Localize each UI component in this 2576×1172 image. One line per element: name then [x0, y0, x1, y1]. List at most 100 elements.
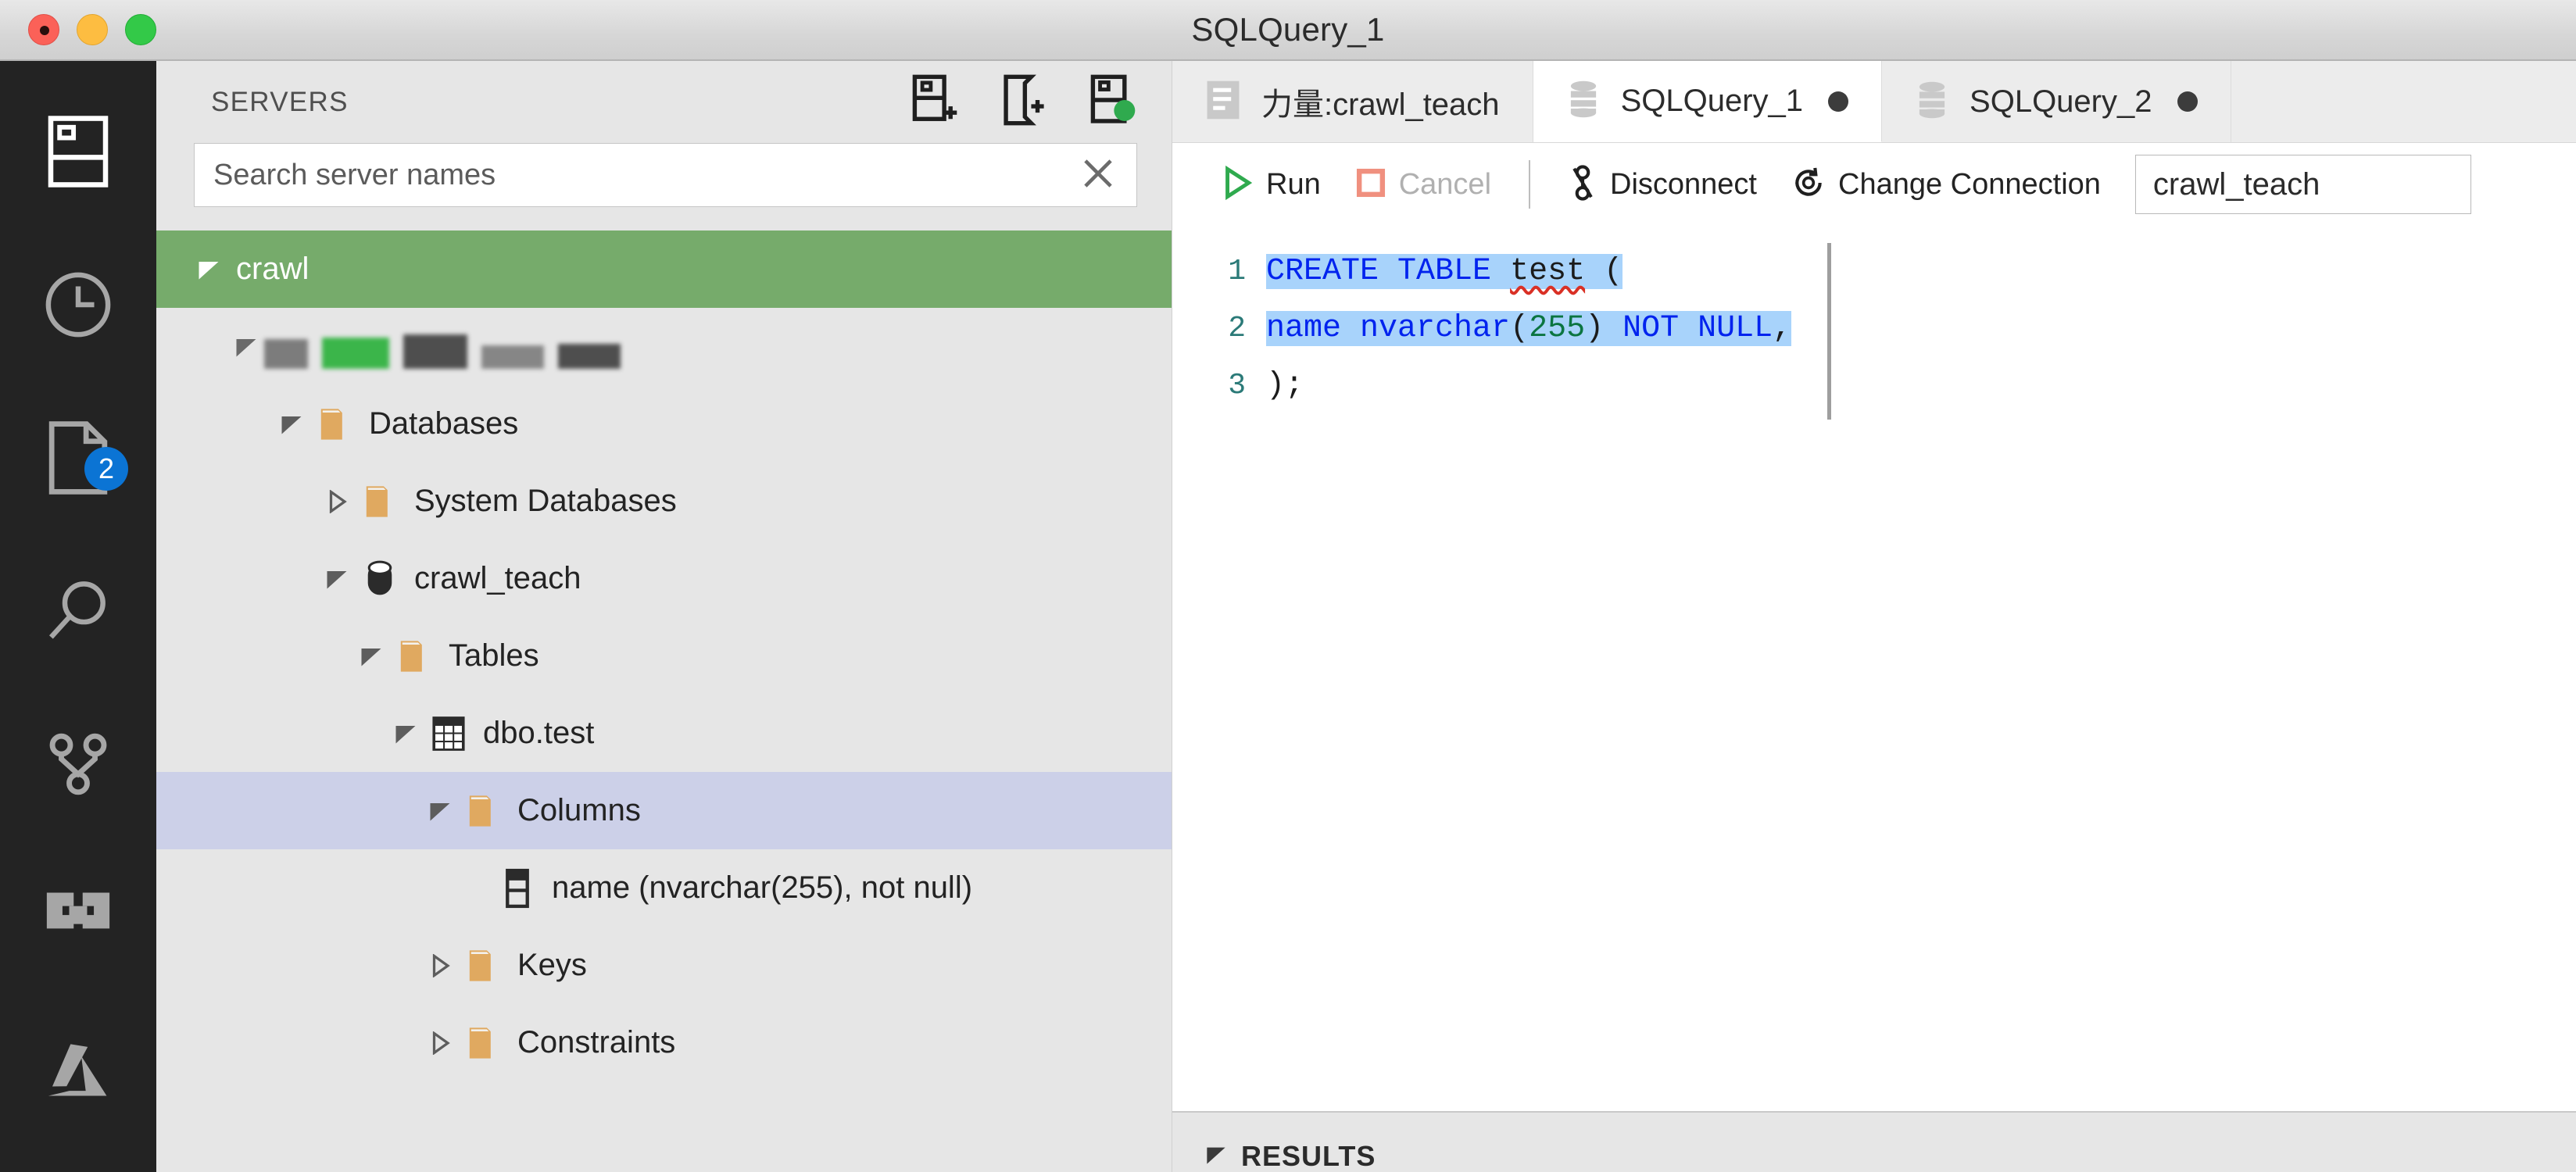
table-icon	[424, 713, 474, 755]
chevron-down-icon[interactable]	[1205, 1144, 1227, 1170]
new-server-group-icon[interactable]	[1000, 74, 1048, 130]
disconnect-label: Disconnect	[1610, 167, 1757, 201]
tab-sqlquery-2[interactable]: SQLQuery_2	[1882, 61, 2231, 142]
chevron-right-icon[interactable]	[422, 1031, 458, 1055]
server-connected-icon[interactable]	[1089, 74, 1137, 130]
extensions-icon	[45, 890, 112, 945]
activity-item-source-control[interactable]	[0, 688, 156, 841]
chevron-down-icon[interactable]	[422, 799, 458, 823]
tree-item-label: name (nvarchar(255), not null)	[552, 870, 973, 905]
chevron-down-icon[interactable]	[388, 722, 424, 745]
sidebar-header: SERVERS	[156, 61, 1172, 143]
sql-editor[interactable]: 1 CREATE TABLE test ( 2 name nvarchar(25…	[1172, 226, 2576, 1077]
change-connection-button[interactable]: Change Connection	[1774, 155, 2118, 214]
sql-keyword: NOT NULL	[1623, 311, 1773, 346]
tree-item-label: System Databases	[414, 484, 677, 518]
tab-label: SQLQuery_1	[1620, 84, 1804, 118]
disconnect-icon	[1568, 164, 1597, 205]
line-content[interactable]: CREATE TABLE test (	[1266, 254, 1623, 289]
cancel-button[interactable]: Cancel	[1338, 155, 1508, 214]
close-icon[interactable]	[1080, 155, 1116, 195]
servers-icon	[48, 116, 109, 188]
window-title: SQLQuery_1	[1191, 11, 1385, 48]
activity-item-extensions[interactable]	[0, 841, 156, 994]
tree-item-databases[interactable]: Databases	[156, 385, 1172, 463]
database-selector[interactable]: crawl_teach	[2134, 155, 2471, 214]
search-icon	[44, 577, 113, 645]
folder-icon	[355, 481, 405, 523]
line-content[interactable]: );	[1266, 368, 1304, 403]
folder-icon	[389, 635, 439, 677]
tree-item-tables[interactable]: Tables	[156, 617, 1172, 695]
sidebar-title: SERVERS	[211, 86, 349, 117]
tree-item-system-databases[interactable]: System Databases	[156, 463, 1172, 540]
server-search-container: Search server names	[156, 143, 1172, 207]
sql-keyword: CREATE TABLE	[1266, 254, 1492, 289]
azure-icon	[42, 1042, 114, 1099]
tab-crawl-teach-script[interactable]: 力量:crawl_teach	[1172, 61, 1533, 142]
window-title-bar: SQLQuery_1	[0, 0, 2576, 61]
change-connection-icon	[1791, 166, 1826, 204]
search-input[interactable]: Search server names	[194, 143, 1137, 207]
activity-item-history[interactable]	[0, 228, 156, 381]
run-button[interactable]: Run	[1205, 155, 1338, 214]
activity-item-search[interactable]	[0, 534, 156, 688]
editor-line: 1 CREATE TABLE test (	[1172, 243, 2576, 300]
tab-dirty-indicator[interactable]	[2177, 91, 2198, 112]
editor-area: 力量:crawl_teach SQLQuery_1 SQLQuery_2 Run	[1172, 61, 2576, 1172]
tree-item-label: dbo.test	[483, 716, 595, 750]
tab-sqlquery-1[interactable]: SQLQuery_1	[1533, 61, 1883, 142]
chevron-down-icon[interactable]	[319, 567, 355, 591]
activity-bar: 2	[0, 61, 156, 1172]
tree-item-crawl[interactable]: crawl	[156, 230, 1172, 308]
chevron-down-icon[interactable]	[228, 335, 264, 359]
tree-item-columns[interactable]: Columns	[156, 772, 1172, 849]
sql-punct: (	[1585, 254, 1623, 289]
stop-icon	[1355, 166, 1386, 203]
database-icon	[1915, 79, 1949, 125]
database-selector-value: crawl_teach	[2152, 166, 2320, 202]
line-content[interactable]: name nvarchar(255) NOT NULL,	[1266, 311, 1792, 346]
tree-item-label: Tables	[449, 638, 539, 673]
folder-icon	[458, 790, 508, 832]
tree-item-label: crawl_teach	[414, 561, 581, 595]
sql-punct: )	[1585, 311, 1623, 346]
script-icon	[1205, 79, 1241, 125]
toolbar-separator	[1529, 160, 1531, 209]
run-label: Run	[1266, 167, 1321, 201]
tree-item-crawl-teach[interactable]: crawl_teach	[156, 540, 1172, 617]
line-number: 2	[1228, 312, 1246, 345]
sql-punct: (	[1510, 311, 1530, 346]
chevron-right-icon[interactable]	[319, 489, 355, 513]
tab-dirty-indicator[interactable]	[1828, 91, 1849, 112]
play-icon	[1222, 165, 1254, 204]
servers-sidebar: SERVERS Search server names crawl Databa…	[156, 61, 1172, 1172]
chevron-down-icon[interactable]	[274, 413, 309, 436]
sql-identifier: name nvarchar	[1266, 311, 1511, 346]
tree-item-constraints[interactable]: Constraints	[156, 1004, 1172, 1081]
chevron-down-icon[interactable]	[191, 258, 227, 281]
tree-item-server[interactable]	[156, 308, 1172, 385]
editor-tab-bar: 力量:crawl_teach SQLQuery_1 SQLQuery_2	[1172, 61, 2576, 143]
tree-item-dbo-test[interactable]: dbo.test	[156, 695, 1172, 772]
chevron-down-icon[interactable]	[353, 645, 389, 668]
line-number: 1	[1228, 255, 1246, 288]
database-icon	[1566, 78, 1601, 124]
activity-item-open-editors[interactable]: 2	[0, 381, 156, 534]
activity-item-servers[interactable]	[0, 75, 156, 228]
open-editors-badge: 2	[84, 447, 128, 491]
sidebar-actions	[911, 74, 1137, 130]
results-panel: RESULTS	[1172, 1111, 2576, 1172]
line-number: 3	[1228, 369, 1246, 402]
activity-item-azure[interactable]	[0, 994, 156, 1147]
tree-item-label: Columns	[517, 793, 641, 827]
change-connection-label: Change Connection	[1838, 167, 2101, 201]
tree-item-column-name[interactable]: name (nvarchar(255), not null)	[156, 849, 1172, 927]
chevron-right-icon[interactable]	[422, 953, 458, 977]
new-connection-icon[interactable]	[911, 74, 959, 130]
folder-icon	[458, 945, 508, 987]
database-icon	[355, 557, 405, 601]
disconnect-button[interactable]: Disconnect	[1551, 155, 1774, 214]
tree-item-keys[interactable]: Keys	[156, 927, 1172, 1004]
server-name-redacted	[264, 325, 621, 369]
